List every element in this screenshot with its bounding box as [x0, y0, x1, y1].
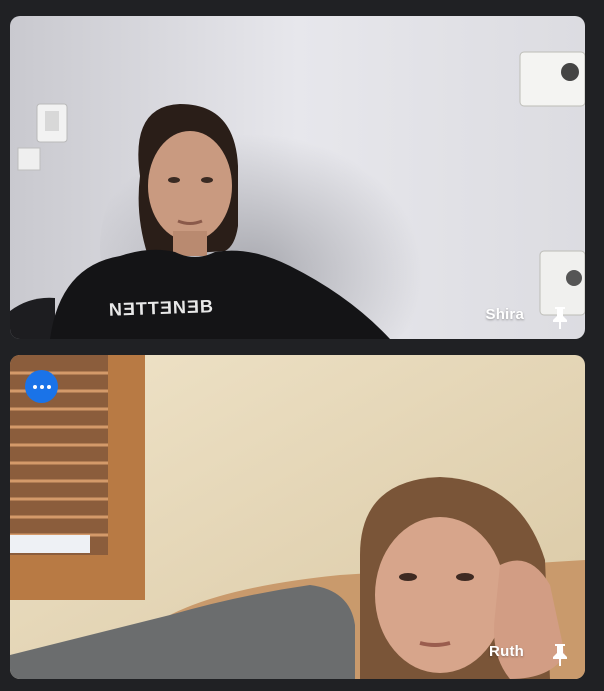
participant-tile-ruth[interactable]: Ruth: [10, 355, 585, 679]
video-feed-ruth: [10, 355, 585, 679]
pin-icon[interactable]: [548, 641, 572, 667]
pin-icon[interactable]: [548, 304, 572, 330]
more-options-icon: [32, 384, 37, 389]
participant-name: Ruth: [489, 643, 524, 660]
svg-text:NƎTTƎNƎB: NƎTTƎNƎB: [109, 296, 215, 320]
video-feed-shira: NƎTTƎNƎB: [10, 16, 585, 339]
participant-tile-shira[interactable]: NƎTTƎNƎB Shira: [10, 16, 585, 339]
participant-name: Shira: [485, 306, 524, 323]
more-options-button[interactable]: [25, 370, 58, 403]
